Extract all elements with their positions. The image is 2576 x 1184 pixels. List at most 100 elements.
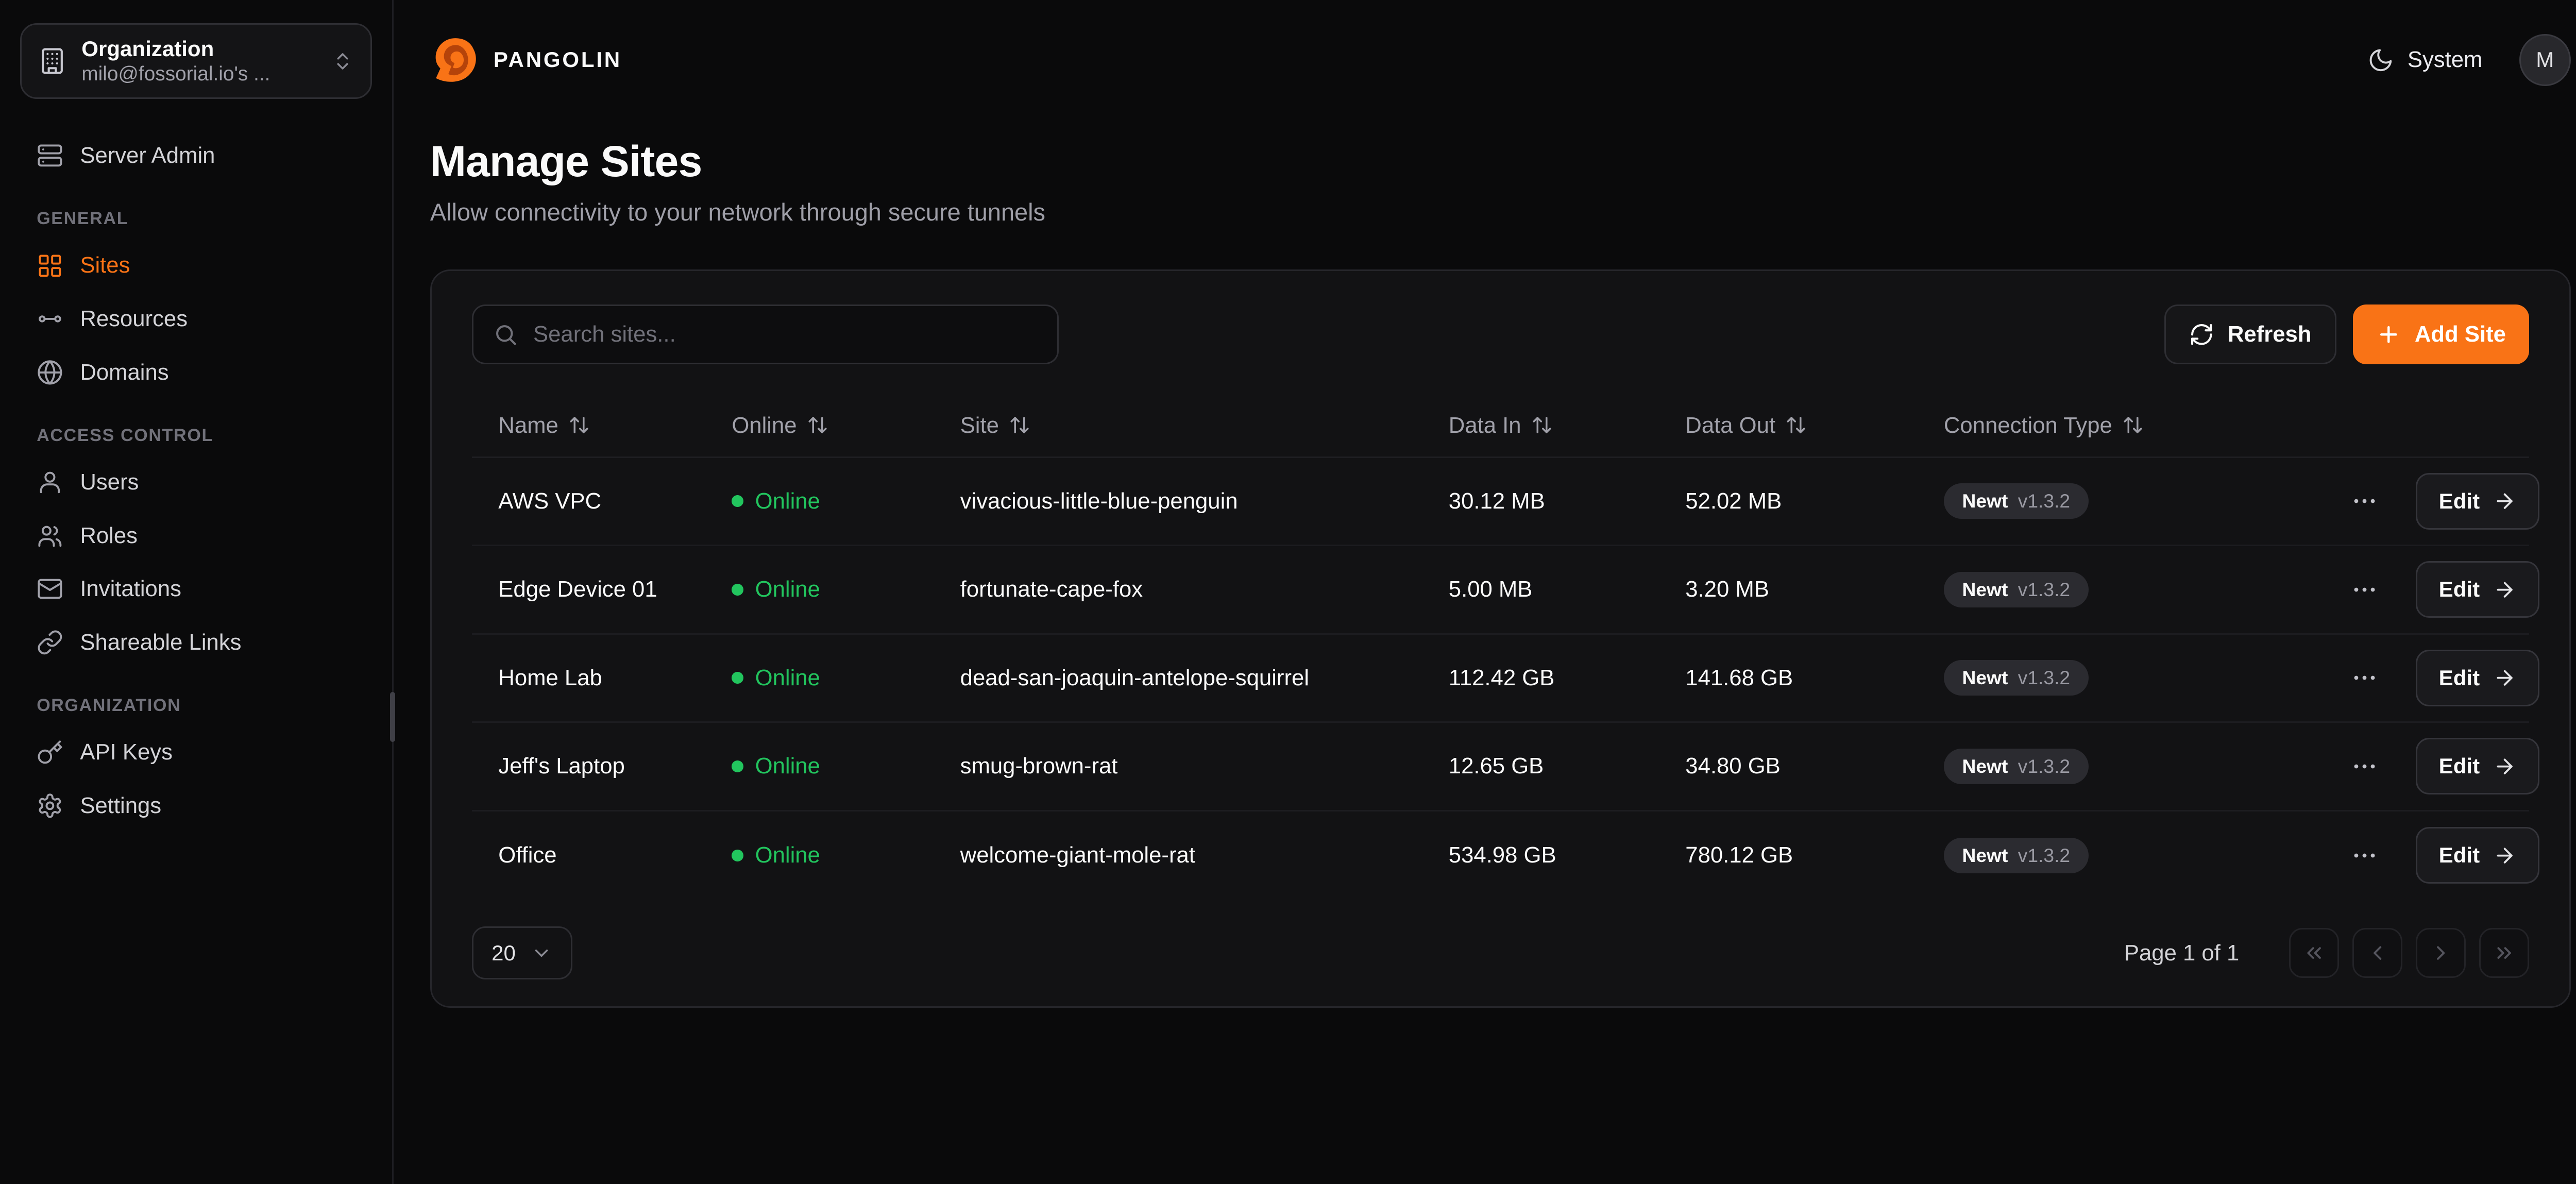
cell-data-in: 30.12 MB bbox=[1449, 488, 1686, 514]
row-menu-button[interactable] bbox=[2344, 835, 2386, 876]
search-icon bbox=[493, 322, 518, 347]
sidebar-item-sites[interactable]: Sites bbox=[20, 239, 372, 293]
sidebar-item-invitations[interactable]: Invitations bbox=[20, 562, 372, 616]
cell-name: Office bbox=[498, 842, 732, 868]
connection-version: v1.3.2 bbox=[2018, 755, 2070, 777]
cell-data-out: 3.20 MB bbox=[1685, 577, 1944, 602]
row-menu-button[interactable] bbox=[2344, 657, 2386, 699]
building-icon bbox=[38, 47, 66, 75]
ellipsis-icon bbox=[2350, 841, 2379, 870]
add-site-button[interactable]: Add Site bbox=[2353, 305, 2529, 364]
sidebar-item-domains[interactable]: Domains bbox=[20, 346, 372, 399]
connection-type-name: Newt bbox=[1962, 667, 2008, 689]
cell-actions: Edit bbox=[2344, 738, 2540, 794]
page-title: Manage Sites bbox=[430, 137, 2571, 187]
cell-online: Online bbox=[732, 665, 960, 691]
column-header-online[interactable]: Online bbox=[732, 413, 960, 438]
sidebar-item-server-admin[interactable]: Server Admin bbox=[20, 129, 372, 182]
brand-home-link[interactable]: PANGOLIN bbox=[430, 35, 622, 85]
sidebar-item-label: Users bbox=[80, 469, 139, 495]
topbar: PANGOLIN System M bbox=[394, 0, 2576, 120]
server-icon bbox=[37, 142, 63, 169]
table-row: Edge Device 01 Online fortunate-cape-fox… bbox=[472, 546, 2530, 635]
sidebar-item-api-keys[interactable]: API Keys bbox=[20, 726, 372, 780]
sidebar: Organization milo@fossorial.io's ... Ser… bbox=[0, 0, 394, 1184]
column-header-connection-type[interactable]: Connection Type bbox=[1944, 413, 2344, 438]
edit-button[interactable]: Edit bbox=[2416, 738, 2540, 794]
connection-type-name: Newt bbox=[1962, 490, 2008, 512]
page-size-select[interactable]: 20 bbox=[472, 926, 572, 980]
row-menu-button[interactable] bbox=[2344, 480, 2386, 522]
connection-type-name: Newt bbox=[1962, 579, 2008, 601]
edit-label: Edit bbox=[2439, 577, 2480, 602]
chevron-left-icon bbox=[2366, 941, 2389, 965]
chevrons-right-icon bbox=[2493, 941, 2516, 965]
sort-icon bbox=[1785, 414, 1807, 436]
globe-icon bbox=[37, 359, 63, 386]
cell-name: Edge Device 01 bbox=[498, 577, 732, 602]
connection-type-badge: Newt v1.3.2 bbox=[1944, 572, 2089, 607]
toolbar-actions: Refresh Add Site bbox=[2164, 305, 2529, 364]
edit-label: Edit bbox=[2439, 489, 2480, 514]
next-page-button[interactable] bbox=[2416, 928, 2466, 978]
cell-site: fortunate-cape-fox bbox=[960, 577, 1449, 602]
cell-name: Home Lab bbox=[498, 665, 732, 691]
edit-button[interactable]: Edit bbox=[2416, 650, 2540, 706]
refresh-label: Refresh bbox=[2228, 322, 2312, 347]
arrow-right-icon bbox=[2493, 666, 2516, 689]
column-header-site[interactable]: Site bbox=[960, 413, 1449, 438]
cell-site: vivacious-little-blue-penguin bbox=[960, 488, 1449, 514]
online-dot bbox=[732, 495, 743, 507]
plus-icon bbox=[2376, 322, 2401, 347]
cell-online: Online bbox=[732, 577, 960, 602]
connection-version: v1.3.2 bbox=[2018, 667, 2070, 689]
sidebar-resize-handle[interactable] bbox=[390, 692, 395, 742]
theme-selector[interactable]: System bbox=[2367, 47, 2482, 74]
connection-type-name: Newt bbox=[1962, 755, 2008, 777]
online-status-label: Online bbox=[755, 577, 820, 602]
sidebar-item-roles[interactable]: Roles bbox=[20, 509, 372, 563]
connection-type-badge: Newt v1.3.2 bbox=[1944, 838, 2089, 873]
online-dot bbox=[732, 850, 743, 861]
connection-version: v1.3.2 bbox=[2018, 490, 2070, 512]
table-row: Office Online welcome-giant-mole-rat 534… bbox=[472, 811, 2530, 900]
sidebar-item-shareable-links[interactable]: Shareable Links bbox=[20, 616, 372, 669]
brand-name: PANGOLIN bbox=[494, 47, 622, 72]
card-toolbar: Refresh Add Site bbox=[472, 305, 2530, 364]
column-header-label: Data Out bbox=[1685, 413, 1775, 438]
cell-actions: Edit bbox=[2344, 561, 2540, 618]
sort-icon bbox=[2122, 414, 2144, 436]
grid-icon bbox=[37, 252, 63, 279]
ellipsis-icon bbox=[2350, 752, 2379, 781]
connection-type-badge: Newt v1.3.2 bbox=[1944, 483, 2089, 519]
org-selector[interactable]: Organization milo@fossorial.io's ... bbox=[20, 23, 372, 99]
arrow-right-icon bbox=[2493, 489, 2516, 513]
sidebar-item-users[interactable]: Users bbox=[20, 455, 372, 509]
search-input[interactable] bbox=[533, 322, 1037, 347]
first-page-button[interactable] bbox=[2289, 928, 2339, 978]
prev-page-button[interactable] bbox=[2352, 928, 2402, 978]
section-label-organization: ORGANIZATION bbox=[37, 696, 355, 716]
table-row: AWS VPC Online vivacious-little-blue-pen… bbox=[472, 458, 2530, 547]
sort-icon bbox=[1009, 414, 1030, 436]
column-header-name[interactable]: Name bbox=[498, 413, 732, 438]
sidebar-item-settings[interactable]: Settings bbox=[20, 779, 372, 833]
column-header-data-out[interactable]: Data Out bbox=[1685, 413, 1944, 438]
org-text: Organization milo@fossorial.io's ... bbox=[81, 37, 317, 86]
link-icon bbox=[37, 629, 63, 656]
column-header-data-in[interactable]: Data In bbox=[1449, 413, 1686, 438]
last-page-button[interactable] bbox=[2479, 928, 2529, 978]
row-menu-button[interactable] bbox=[2344, 746, 2386, 787]
user-avatar[interactable]: M bbox=[2519, 34, 2571, 86]
edit-button[interactable]: Edit bbox=[2416, 827, 2540, 884]
row-menu-button[interactable] bbox=[2344, 569, 2386, 611]
table-row: Home Lab Online dead-san-joaquin-antelop… bbox=[472, 635, 2530, 723]
table-row: Jeff's Laptop Online smug-brown-rat 12.6… bbox=[472, 723, 2530, 811]
avatar-initial: M bbox=[2536, 47, 2554, 72]
edit-button[interactable]: Edit bbox=[2416, 561, 2540, 618]
sidebar-item-resources[interactable]: Resources bbox=[20, 292, 372, 346]
edit-button[interactable]: Edit bbox=[2416, 473, 2540, 530]
cell-data-out: 34.80 GB bbox=[1685, 753, 1944, 779]
edit-label: Edit bbox=[2439, 666, 2480, 690]
refresh-button[interactable]: Refresh bbox=[2164, 305, 2336, 364]
